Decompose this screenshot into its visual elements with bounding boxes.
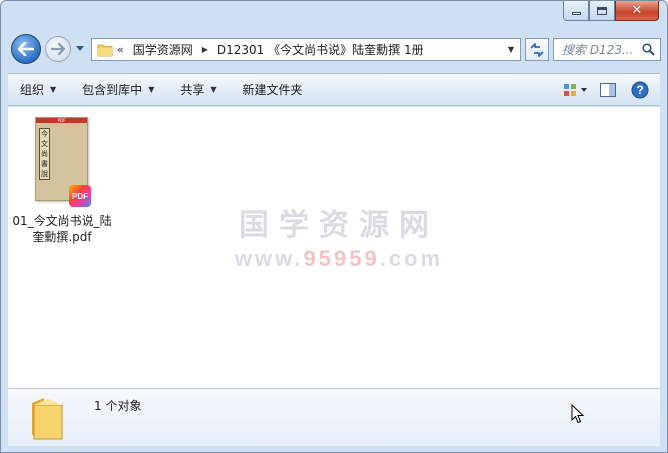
search-box[interactable]: 搜索 D123... <box>553 38 661 61</box>
item-count-text: 1 个对象 <box>94 399 142 413</box>
address-dropdown-icon[interactable]: ▼ <box>502 39 520 60</box>
breadcrumb-arrow-icon[interactable]: ▶ <box>198 45 212 54</box>
include-library-label: 包含到库中 <box>82 83 143 97</box>
svg-text:?: ? <box>636 83 643 97</box>
organize-menu[interactable]: 组织 ▼ <box>8 74 70 105</box>
thumbnail-char: 說 <box>41 170 48 178</box>
preview-pane-button[interactable] <box>594 78 622 102</box>
refresh-icon <box>530 42 544 57</box>
watermark-title: 国学资源网 <box>239 208 439 243</box>
help-icon: ? <box>631 81 649 98</box>
back-button[interactable] <box>11 34 41 64</box>
chevron-down-icon: ▼ <box>50 85 57 94</box>
folder-icon <box>97 44 113 56</box>
close-icon: ✕ <box>631 3 643 18</box>
command-bar-right: ? <box>558 74 654 105</box>
explorer-window: ✕ « 国学资源网 ▶ D12301 《今文尚书说》陆奎勳撰 1册 ▼ 搜索 D… <box>0 0 668 453</box>
navigation-row: « 国学资源网 ▶ D12301 《今文尚书说》陆奎勳撰 1册 ▼ 搜索 D12… <box>9 31 661 67</box>
change-view-button[interactable] <box>562 78 590 102</box>
include-in-library-menu[interactable]: 包含到库中 ▼ <box>70 74 168 105</box>
details-pane: 1 个对象 <box>8 388 660 446</box>
watermark-url: www.95959.com <box>234 246 444 272</box>
search-input[interactable]: 搜索 D123... <box>554 41 640 58</box>
watermark-domain: 95959 <box>303 246 380 271</box>
watermark: 国学资源网 www.95959.com <box>234 200 444 272</box>
thumbnail-char: 尚 <box>41 150 48 158</box>
thumbnail-char: 書 <box>41 160 48 168</box>
share-menu[interactable]: 共享 ▼ <box>168 74 230 105</box>
caption-buttons: ✕ <box>563 1 659 21</box>
help-button[interactable]: ? <box>626 78 654 102</box>
chevron-down-icon: ▼ <box>210 85 217 94</box>
maximize-button[interactable] <box>589 1 615 21</box>
thumbnail-header: PDF <box>36 118 87 123</box>
pdf-file-icon: PDF <box>69 185 91 207</box>
forward-arrow-icon <box>51 43 65 55</box>
mouse-cursor-icon <box>571 404 585 424</box>
refresh-button[interactable] <box>525 38 549 61</box>
watermark-prefix: www. <box>234 246 304 271</box>
thumbnail-title-slip: 今 文 尚 書 說 <box>39 128 50 180</box>
address-bar[interactable]: « 国学资源网 ▶ D12301 《今文尚书说》陆奎勳撰 1册 ▼ <box>91 38 521 61</box>
folder-large-icon <box>32 398 63 440</box>
file-name[interactable]: 01_今文尚书说_陆奎勳撰.pdf <box>10 213 114 245</box>
maximize-icon <box>597 6 607 15</box>
address-overflow[interactable]: « <box>113 43 128 56</box>
command-bar: 组织 ▼ 包含到库中 ▼ 共享 ▼ 新建文件夹 ? <box>8 73 660 106</box>
thumbnail-char: 今 <box>41 130 48 138</box>
recent-pages-button[interactable] <box>75 43 85 53</box>
preview-pane-icon <box>600 82 616 97</box>
back-arrow-icon <box>18 42 34 56</box>
search-icon[interactable] <box>640 42 656 58</box>
forward-button[interactable] <box>45 36 71 62</box>
share-label: 共享 <box>180 83 205 97</box>
thumbnail-char: 文 <box>41 140 48 148</box>
new-folder-label: 新建文件夹 <box>242 83 303 97</box>
address-segment-root[interactable]: 国学资源网 <box>128 39 198 60</box>
file-list-area[interactable]: PDF 今 文 尚 書 說 PDF 01_今文尚书说_陆奎勳撰.pdf 国学资源… <box>8 107 660 388</box>
organize-label: 组织 <box>20 83 45 97</box>
chevron-down-icon: ▼ <box>148 85 155 94</box>
minimize-button[interactable] <box>563 1 589 21</box>
chevron-down-icon <box>76 45 84 51</box>
close-button[interactable]: ✕ <box>615 1 659 21</box>
address-segment-current[interactable]: D12301 《今文尚书说》陆奎勳撰 1册 <box>212 39 429 60</box>
new-folder-button[interactable]: 新建文件夹 <box>231 74 317 105</box>
watermark-suffix: .com <box>379 246 444 271</box>
view-options-icon <box>564 83 587 96</box>
minimize-icon <box>571 12 581 15</box>
